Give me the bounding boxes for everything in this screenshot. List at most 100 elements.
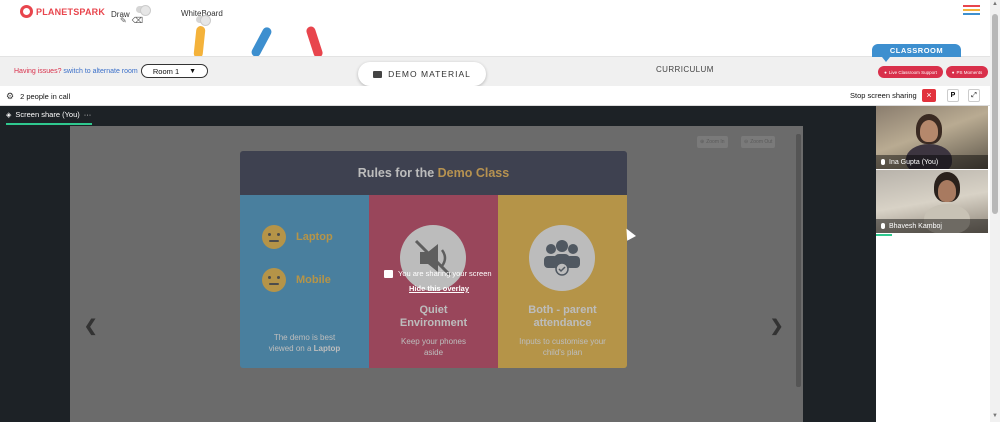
live-support-label: Live Classroom Support bbox=[888, 69, 937, 75]
quiet-rule-column: Quiet Environment Keep your phones aside bbox=[369, 195, 498, 368]
laptop-label: Laptop bbox=[296, 231, 333, 243]
zoom-out-label: Zoom Out bbox=[750, 139, 773, 145]
chevron-down-icon: ▼ bbox=[189, 67, 197, 75]
ps-moments-button[interactable]: ● PS Moments bbox=[946, 66, 988, 78]
zoom-in-button[interactable]: ⊕ Zoom In bbox=[697, 136, 728, 148]
decorative-arc-yellow bbox=[193, 25, 206, 56]
prev-slide-arrow[interactable]: ❮ bbox=[84, 316, 97, 336]
participant-name: Ina Gupta (You) bbox=[889, 158, 939, 166]
participant-tile[interactable]: Bhavesh Kamboj bbox=[876, 170, 988, 233]
device-rule-column: Laptop Mobile The demo is best viewed on… bbox=[240, 195, 369, 368]
issues-text: Having issues? switch to alternate room bbox=[14, 68, 138, 75]
logo-mark-icon bbox=[20, 5, 33, 18]
parent-title-line1: Both - parent bbox=[528, 304, 597, 316]
support-icon: ● bbox=[884, 69, 887, 75]
draw-tools: ✎ ⌫ bbox=[120, 16, 143, 25]
participant-tile[interactable]: Ina Gupta (You) bbox=[876, 106, 988, 169]
shield-icon: ◈ bbox=[6, 111, 12, 119]
ps-moments-label: PS Moments bbox=[956, 69, 983, 75]
switch-room-link[interactable]: switch to alternate room bbox=[63, 68, 137, 75]
participant-name: Bhavesh Kamboj bbox=[889, 222, 942, 230]
decorative-arc-blue bbox=[250, 25, 273, 56]
parent-note-line1: Inputs to customise your bbox=[519, 337, 606, 346]
quiet-title: Quiet Environment bbox=[369, 304, 498, 330]
mute-speaker-icon bbox=[400, 225, 466, 291]
device-note-bold: Laptop bbox=[313, 344, 341, 353]
device-note: The demo is best viewed on a Laptop bbox=[240, 332, 369, 354]
scroll-down-arrow[interactable]: ▼ bbox=[992, 413, 998, 419]
eraser-icon[interactable]: ⌫ bbox=[132, 16, 143, 25]
logo-text: PLANETSPARK bbox=[36, 6, 106, 17]
draw-toggle[interactable] bbox=[136, 5, 151, 16]
page-scrollbar[interactable]: ▲ ▼ bbox=[990, 0, 1000, 422]
pencil-icon[interactable]: ✎ bbox=[120, 16, 127, 25]
quiet-note: Keep your phones aside bbox=[369, 336, 498, 358]
demo-material-button[interactable]: DEMO MATERIAL bbox=[358, 62, 486, 86]
mic-icon bbox=[881, 223, 885, 229]
sharing-overlay-message: You are sharing your screen bbox=[384, 269, 492, 278]
quiet-note-line2: aside bbox=[423, 348, 444, 357]
issues-label: Having issues? bbox=[14, 68, 62, 75]
slide-title-highlight: Demo Class bbox=[437, 166, 510, 180]
hamburger-menu-icon[interactable] bbox=[963, 5, 980, 17]
room-select[interactable]: Room 1 ▼ bbox=[141, 64, 208, 78]
room-select-value: Room 1 bbox=[152, 66, 180, 76]
demo-rules-slide: Rules for the Demo Class Laptop Mobile T… bbox=[240, 151, 627, 368]
active-speaker-indicator bbox=[876, 234, 892, 236]
next-slide-arrow[interactable]: ❯ bbox=[770, 316, 783, 336]
neutral-face-icon bbox=[262, 268, 286, 292]
participant-name-bar: Bhavesh Kamboj bbox=[876, 219, 988, 233]
mobile-label: Mobile bbox=[296, 274, 331, 286]
quiet-note-line1: Keep your phones bbox=[401, 337, 466, 346]
zoom-out-button[interactable]: ⊖ Zoom Out bbox=[741, 136, 776, 148]
stop-sharing-button[interactable]: × bbox=[922, 89, 936, 102]
mic-icon bbox=[881, 159, 885, 165]
pip-button[interactable]: P bbox=[947, 89, 959, 102]
scroll-up-arrow[interactable]: ▲ bbox=[992, 1, 998, 7]
zoom-in-icon: ⊕ bbox=[700, 139, 705, 145]
participant-face bbox=[920, 120, 938, 142]
zoom-in-label: Zoom In bbox=[706, 139, 725, 145]
more-options-icon[interactable]: ··· bbox=[84, 110, 92, 119]
quiet-title-line1: Quiet bbox=[419, 304, 448, 316]
participant-face bbox=[938, 180, 956, 202]
top-bar: PLANETSPARK Draw ✎ ⌫ WhiteBoard bbox=[0, 0, 990, 56]
curriculum-tab[interactable]: CURRICULUM bbox=[656, 65, 714, 74]
demo-material-label: DEMO MATERIAL bbox=[388, 69, 471, 79]
zoom-out-icon: ⊖ bbox=[744, 139, 749, 145]
people-in-call: ⚙ 2 people in call bbox=[6, 91, 70, 102]
whiteboard-toggle[interactable] bbox=[196, 15, 211, 26]
device-note-prefix: viewed on a bbox=[268, 344, 314, 353]
parent-rule-column: Both - parent attendance Inputs to custo… bbox=[498, 195, 627, 368]
quiet-title-line2: Environment bbox=[399, 317, 468, 329]
classroom-tab[interactable]: CLASSROOM bbox=[872, 44, 961, 62]
parent-note-line2: child's plan bbox=[542, 348, 583, 357]
device-note-line1: The demo is best bbox=[273, 333, 336, 342]
sharing-overlay-text: You are sharing your screen bbox=[398, 269, 492, 278]
participants-panel: Ina Gupta (You) Bhavesh Kamboj bbox=[876, 106, 990, 422]
parent-title: Both - parent attendance bbox=[498, 304, 627, 330]
folder-icon bbox=[373, 70, 383, 78]
gear-icon[interactable]: ⚙ bbox=[6, 91, 14, 102]
parent-note: Inputs to customise your child's plan bbox=[498, 336, 627, 358]
room-bar: Having issues? switch to alternate room … bbox=[0, 56, 990, 86]
fullscreen-icon[interactable]: ⤢ bbox=[968, 89, 980, 102]
people-count: 2 people in call bbox=[20, 92, 71, 101]
stop-sharing-label: Stop screen sharing bbox=[850, 91, 917, 100]
call-header: ⚙ 2 people in call Stop screen sharing ×… bbox=[0, 86, 990, 106]
live-support-button[interactable]: ● Live Classroom Support bbox=[878, 66, 943, 78]
scrollbar-thumb[interactable] bbox=[992, 14, 998, 214]
neutral-face-icon bbox=[262, 225, 286, 249]
screen-share-tab-label: Screen share (You) bbox=[15, 110, 80, 119]
parent-title-line2: attendance bbox=[533, 317, 592, 329]
planetspark-logo[interactable]: PLANETSPARK bbox=[20, 5, 105, 18]
slide-title-start: Rules for the bbox=[357, 166, 438, 180]
group-icon bbox=[529, 225, 595, 291]
screen-share-tab[interactable]: ◈ Screen share (You) ··· bbox=[6, 110, 91, 119]
screen-share-icon bbox=[384, 269, 393, 278]
decorative-arc-red bbox=[305, 25, 324, 56]
slide-scrollbar[interactable] bbox=[796, 134, 801, 387]
slide-title: Rules for the Demo Class bbox=[240, 151, 627, 195]
participant-name-bar: Ina Gupta (You) bbox=[876, 155, 988, 169]
hide-overlay-link[interactable]: Hide this overlay bbox=[409, 284, 469, 293]
